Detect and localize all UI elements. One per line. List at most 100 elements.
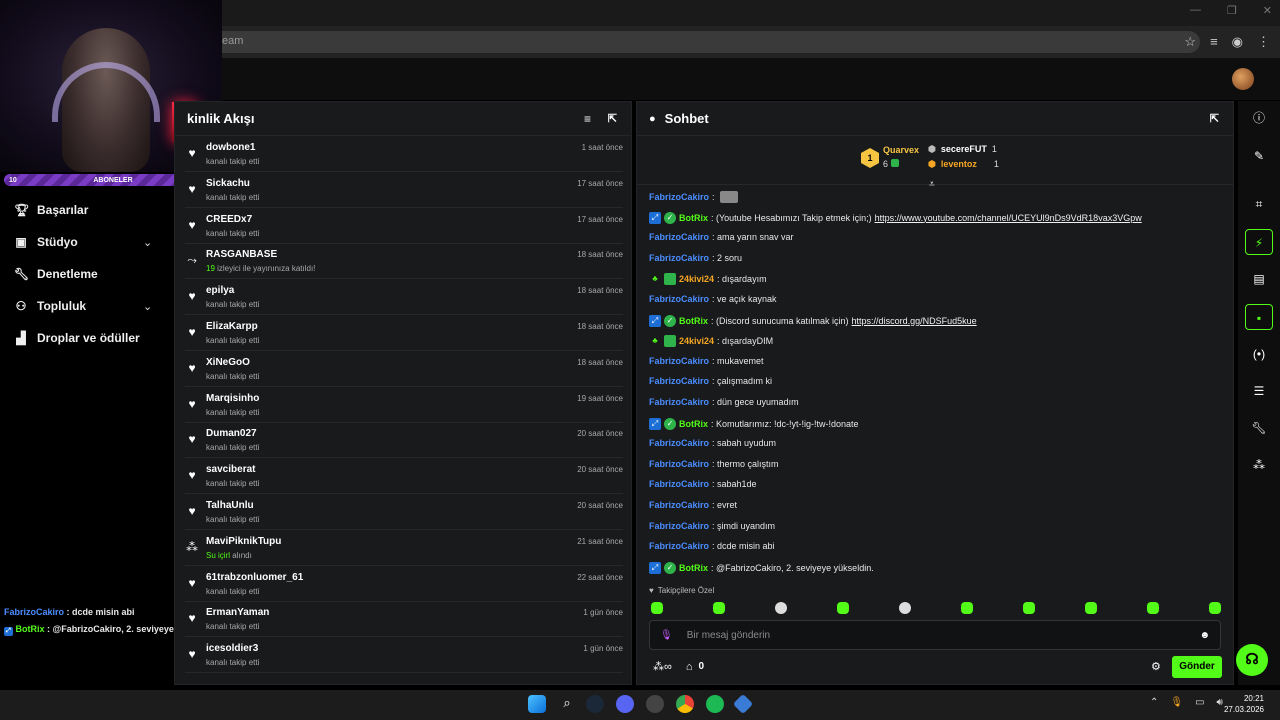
chat-username[interactable]: FabrizoCakiro — [649, 479, 709, 489]
chat-username[interactable]: BotRix — [679, 563, 708, 573]
mic-icon[interactable]: 🎙︎ — [660, 630, 673, 641]
layers-icon[interactable]: ☰ — [1245, 378, 1273, 404]
info-icon[interactable]: ⓘ — [1245, 105, 1273, 131]
emote[interactable] — [1209, 602, 1221, 614]
chat-username[interactable]: FabrizoCakiro — [649, 541, 709, 551]
chat-username[interactable]: FabrizoCakiro — [649, 397, 709, 407]
points-icon[interactable]: ⁂∞ — [653, 660, 672, 673]
profile-icon[interactable]: ◉ — [1232, 34, 1243, 50]
broadcast-icon[interactable]: (•) — [1245, 341, 1273, 367]
activity-username[interactable]: TalhaUnlu — [206, 500, 254, 511]
support-headset-icon[interactable]: ☊ — [1236, 644, 1268, 676]
leader-first-name[interactable]: Quarvex — [883, 145, 919, 155]
sidebar-item-studio[interactable]: ▣ Stüdyo — [14, 235, 77, 249]
chat-username[interactable]: FabrizoCakiro — [649, 500, 709, 510]
address-bar[interactable]: eam — [210, 31, 1200, 53]
discord-icon[interactable] — [616, 695, 634, 713]
chevron-up-icon[interactable]: ⌃ — [1150, 697, 1158, 708]
collapse-leaderboard-icon[interactable]: ⩡ — [929, 179, 935, 190]
activity-username[interactable]: CREEDx7 — [206, 214, 252, 225]
activity-username[interactable]: 61trabzonluomer_61 — [206, 572, 303, 583]
scan-icon[interactable]: ⌗ — [1245, 191, 1273, 217]
emote[interactable] — [651, 602, 663, 614]
activity-username[interactable]: Duman027 — [206, 428, 257, 439]
chat-icon[interactable]: ▪ — [1245, 304, 1273, 330]
popout-icon[interactable]: ⇱ — [1210, 112, 1219, 125]
chat-username[interactable]: 24kivi24 — [679, 274, 714, 284]
chat-username[interactable]: FabrizoCakiro — [649, 294, 709, 304]
activity-username[interactable]: ElizaKarpp — [206, 321, 258, 332]
chat-username[interactable]: FabrizoCakiro — [649, 192, 709, 202]
activity-username[interactable]: epilya — [206, 285, 234, 296]
emoji-icon[interactable]: ☻ — [1199, 630, 1210, 641]
chat-username[interactable]: FabrizoCakiro — [649, 521, 709, 531]
sidebar-item-achievements[interactable]: 🏆︎ Başarılar — [14, 203, 88, 217]
obs-icon[interactable] — [646, 695, 664, 713]
network-icon[interactable]: ▭ — [1195, 697, 1204, 708]
community-icon[interactable]: ⁂ — [1245, 452, 1273, 478]
close-icon[interactable]: ✕ — [1263, 4, 1272, 17]
emote[interactable] — [1147, 602, 1159, 614]
sidebar-item-moderation[interactable]: 🔧︎ Denetleme — [14, 267, 98, 281]
emote[interactable] — [837, 602, 849, 614]
minimize-icon[interactable]: — — [1190, 4, 1201, 17]
leader-second-name[interactable]: secereFUT — [941, 144, 987, 155]
studio-icon: ▣ — [15, 235, 27, 249]
activity-username[interactable]: RASGANBASE — [206, 249, 277, 260]
emote[interactable] — [961, 602, 973, 614]
sidebar-item-community[interactable]: ⚇ Topluluk — [14, 299, 87, 313]
volume-icon[interactable]: 🔊︎ — [1217, 697, 1223, 708]
chat-username[interactable]: BotRix — [679, 213, 708, 223]
chevron-down-icon[interactable]: ⌄ — [143, 300, 152, 313]
sidebar-item-drops[interactable]: ▟ Droplar ve ödüller — [14, 331, 139, 345]
lightning-icon[interactable]: ⚡︎ — [1245, 229, 1273, 255]
edit-icon[interactable]: ✎ — [1245, 143, 1273, 169]
chat-username[interactable]: FabrizoCakiro — [649, 459, 709, 469]
windows-start-icon[interactable] — [528, 695, 546, 713]
activity-username[interactable]: savciberat — [206, 464, 255, 475]
leader-third-name[interactable]: leventoz — [941, 159, 977, 170]
chevron-down-icon[interactable]: ⌄ — [143, 236, 152, 249]
store-icon[interactable]: ⌂ — [686, 661, 693, 673]
chat-input[interactable]: 🎙︎ Bir mesaj gönderin ☻ — [649, 620, 1221, 650]
activity-username[interactable]: dowbone1 — [206, 142, 255, 153]
chat-username[interactable]: 24kivi24 — [679, 336, 714, 346]
chat-username[interactable]: FabrizoCakiro — [649, 376, 709, 386]
emote[interactable] — [1085, 602, 1097, 614]
activity-username[interactable]: Sickachu — [206, 178, 250, 189]
chat-username[interactable]: FabrizoCakiro — [649, 356, 709, 366]
clock[interactable]: 20:21 27.03.2026 — [1224, 693, 1264, 715]
popout-icon[interactable]: ⇱ — [608, 112, 617, 125]
emote[interactable] — [1023, 602, 1035, 614]
activity-username[interactable]: ErmanYaman — [206, 607, 269, 618]
chat-username[interactable]: BotRix — [679, 419, 708, 429]
bookmark-star-icon[interactable]: ☆ — [1184, 34, 1196, 50]
restore-icon[interactable]: ❐ — [1227, 4, 1237, 17]
search-icon[interactable]: ⌕ — [558, 695, 576, 713]
chat-link[interactable]: https://discord.gg/NDSFud5kue — [852, 316, 977, 326]
activity-username[interactable]: icesoldier3 — [206, 643, 258, 654]
media-controls-icon[interactable]: ≡ — [1210, 34, 1218, 50]
settings-gear-icon[interactable]: ⚙ — [1151, 660, 1161, 673]
activity-username[interactable]: MaviPiknikTupu — [206, 536, 281, 547]
wrench-icon[interactable]: 🔧︎ — [1245, 415, 1273, 441]
activity-username[interactable]: Marqisinho — [206, 393, 259, 404]
chat-username[interactable]: FabrizoCakiro — [649, 438, 709, 448]
steam-icon[interactable] — [586, 695, 604, 713]
chrome-icon[interactable] — [676, 695, 694, 713]
activity-username[interactable]: XiNeGoO — [206, 357, 250, 368]
user-avatar[interactable] — [1232, 68, 1254, 90]
filter-icon[interactable]: ≡ — [584, 112, 591, 126]
emote[interactable] — [713, 602, 725, 614]
mic-icon[interactable]: 🎙︎ — [1170, 697, 1183, 708]
spotify-icon[interactable] — [706, 695, 724, 713]
menu-dots-icon[interactable]: ⋮ — [1257, 34, 1270, 50]
chat-username[interactable]: BotRix — [679, 316, 708, 326]
chat-username[interactable]: FabrizoCakiro — [649, 232, 709, 242]
send-button[interactable]: Gönder — [1172, 656, 1222, 678]
chat-link[interactable]: https://www.youtube.com/channel/UCEYUl9n… — [875, 213, 1142, 223]
document-icon[interactable]: ▤ — [1245, 266, 1273, 292]
emote[interactable] — [775, 602, 787, 614]
chat-username[interactable]: FabrizoCakiro — [649, 253, 709, 263]
emote[interactable] — [899, 602, 911, 614]
